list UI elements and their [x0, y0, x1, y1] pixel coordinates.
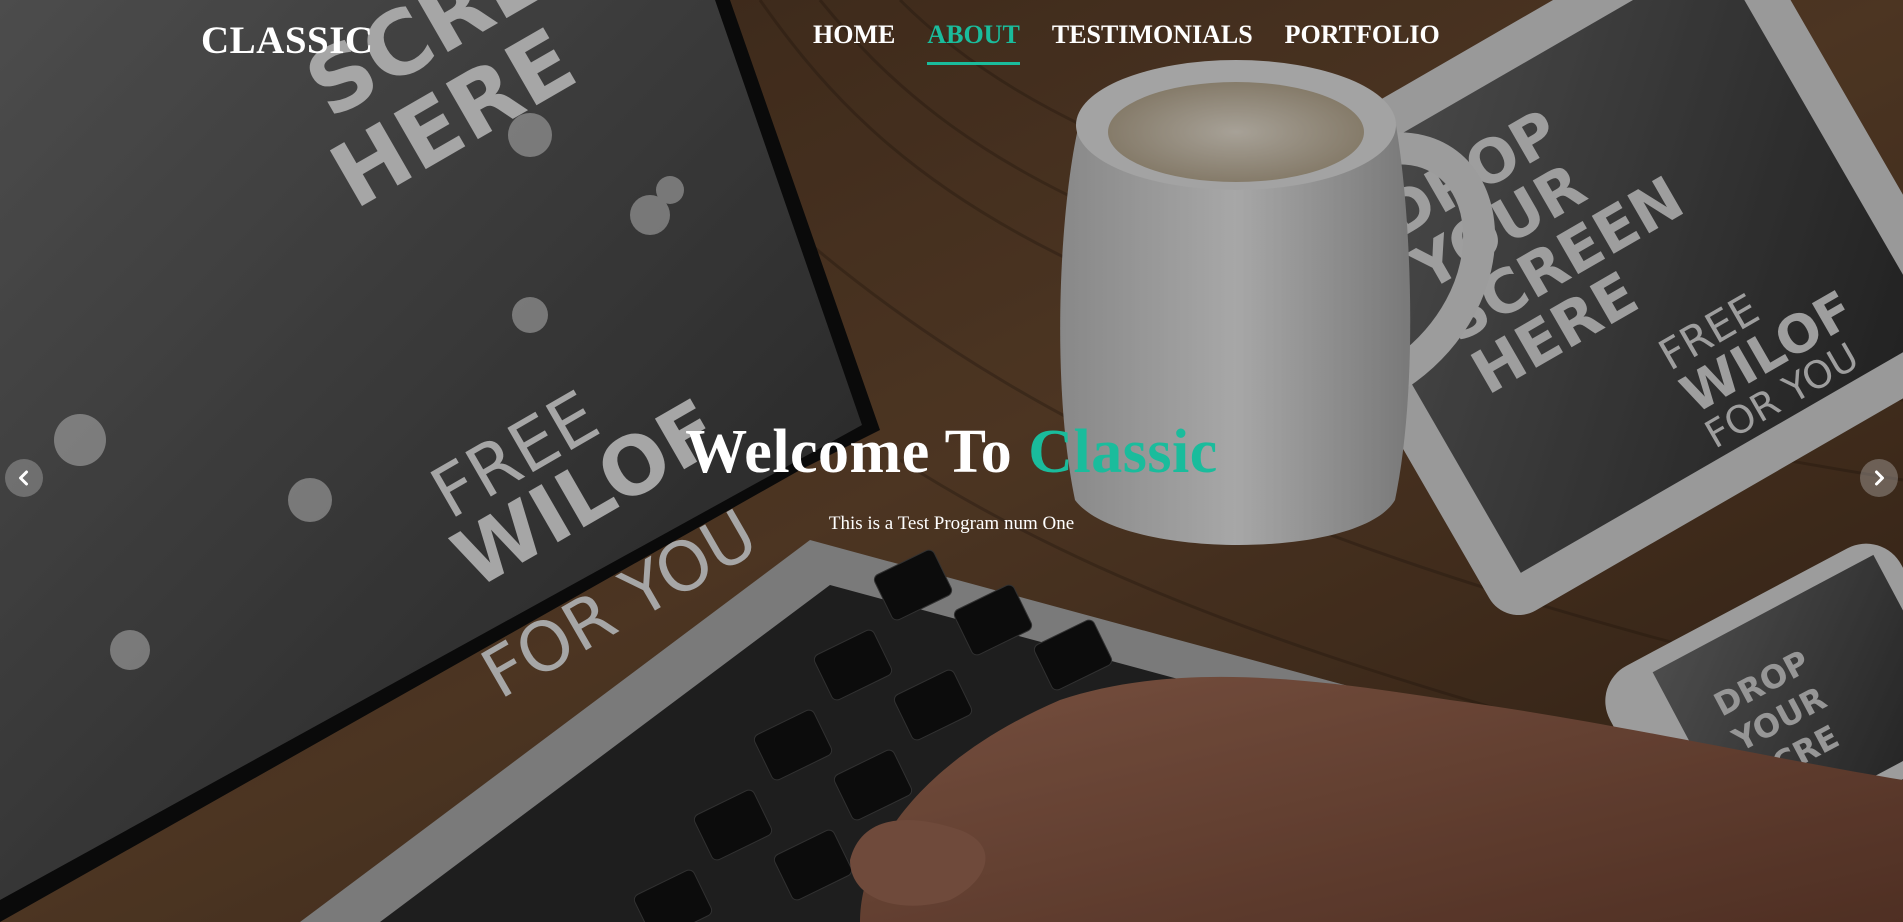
hero-title-accent: Classic: [1028, 418, 1218, 486]
chevron-right-icon: [1875, 470, 1884, 486]
nav-item-home: HOME: [813, 20, 895, 65]
nav-item-about: ABOUT: [927, 20, 1020, 65]
nav-link-home[interactable]: HOME: [813, 20, 895, 64]
hero-title-prefix: Welcome To: [685, 418, 1013, 486]
main-nav: HOME ABOUT TESTIMONIALS PORTFOLIO: [813, 20, 1472, 65]
hero-carousel: DROP YOUR SCREEN HERE FREE WILOF FOR YOU…: [0, 0, 1903, 922]
hero-title: Welcome To Classic: [0, 415, 1903, 489]
carousel-prev-button[interactable]: [5, 459, 43, 497]
nav-link-about[interactable]: ABOUT: [927, 20, 1020, 65]
nav-item-testimonials: TESTIMONIALS: [1052, 20, 1253, 65]
nav-link-portfolio[interactable]: PORTFOLIO: [1285, 20, 1440, 64]
nav-link-testimonials[interactable]: TESTIMONIALS: [1052, 20, 1253, 64]
brand-logo[interactable]: CLASSIC: [201, 18, 374, 63]
carousel-next-button[interactable]: [1860, 459, 1898, 497]
chevron-left-icon: [19, 470, 28, 486]
nav-item-portfolio: PORTFOLIO: [1285, 20, 1440, 65]
hero-subtitle: This is a Test Program num One: [828, 513, 1075, 535]
top-navbar: CLASSIC HOME ABOUT TESTIMONIALS PORTFOLI…: [0, 0, 1903, 80]
hero-caption: Welcome To Classic This is a Test Progra…: [0, 415, 1903, 535]
